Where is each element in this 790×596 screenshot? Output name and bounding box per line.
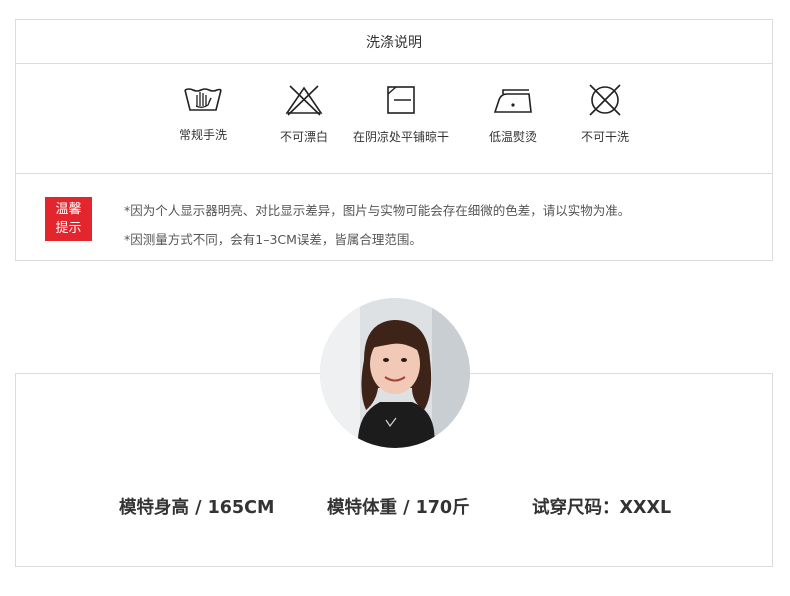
tips-text: *因为个人显示器明亮、对比显示差异，图片与实物可能会存在细微的色差，请以实物为准… <box>124 196 630 254</box>
dry-flat-in-shade-icon <box>387 86 415 114</box>
model-avatar <box>320 298 470 448</box>
tip-line-1: *因为个人显示器明亮、对比显示差异，图片与实物可能会存在细微的色差，请以实物为准… <box>124 203 631 218</box>
care-label-no-dry-clean: 不可干洗 <box>580 130 629 144</box>
badge-line-2: 提示 <box>55 221 82 236</box>
model-photo <box>320 298 470 448</box>
warm-tips-row: 温馨 提示 *因为个人显示器明亮、对比显示差异，图片与实物可能会存在细微的色差，… <box>16 174 772 262</box>
hand-wash-icon <box>184 88 222 111</box>
badge-line-1: 温馨 <box>55 202 82 217</box>
no-bleach-icon <box>285 85 323 116</box>
low-temperature-iron-icon <box>493 89 532 113</box>
care-icon-row: 常规手洗 不可漂白 在阴凉处平铺晾干 低温熨烫 不可干洗 <box>16 64 772 174</box>
care-instructions-panel: 洗涤说明 常规手洗 不可漂白 在阴凉处平铺晾干 低温熨烫 不可干洗 温馨 提示 … <box>15 19 773 261</box>
care-title: 洗涤说明 <box>16 20 772 64</box>
do-not-dry-clean-icon <box>589 84 621 116</box>
try-on-size: 试穿尺码：XXXL <box>532 498 672 518</box>
care-item-dry-flat: 在阴凉处平铺晾干 <box>341 84 461 145</box>
model-height: 模特身高 / 165CM <box>119 498 275 518</box>
tip-line-2: *因测量方式不同，会有1–3CM误差，皆属合理范围。 <box>124 232 422 247</box>
warm-tips-badge: 温馨 提示 <box>45 197 92 241</box>
model-weight: 模特体重 / 170斤 <box>327 498 470 518</box>
care-item-no-dry-clean: 不可干洗 <box>545 84 665 145</box>
care-label-dry-flat: 在阴凉处平铺晾干 <box>352 130 449 144</box>
